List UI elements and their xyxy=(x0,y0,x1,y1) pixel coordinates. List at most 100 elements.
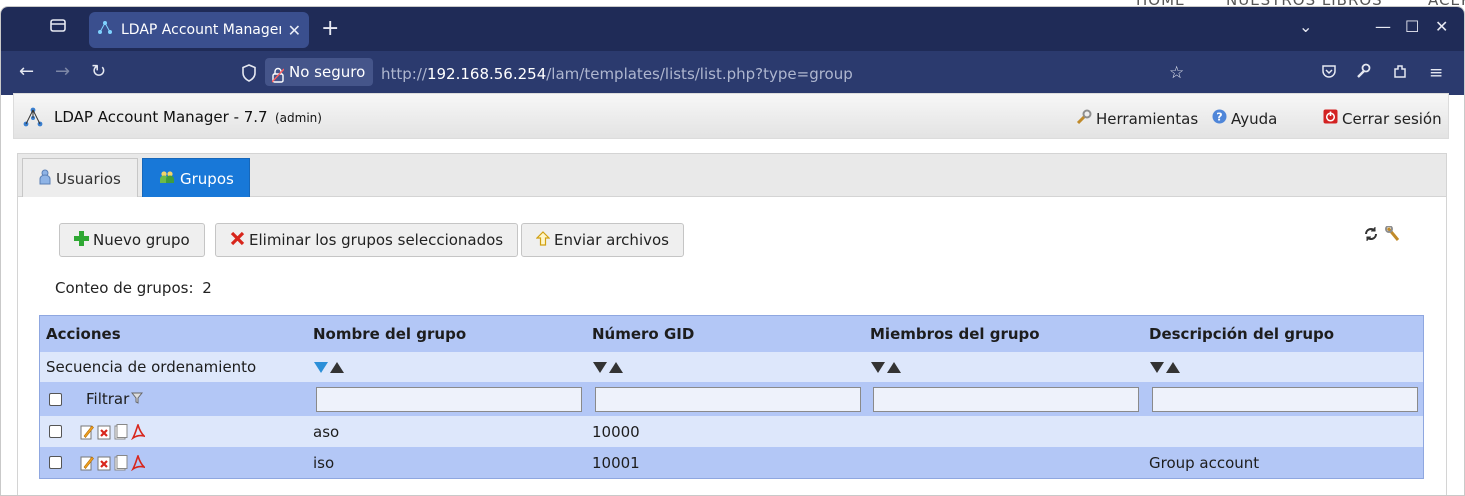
list-settings-wrench-icon[interactable] xyxy=(1385,225,1403,246)
pdf-icon[interactable] xyxy=(131,424,145,440)
insecure-lock-icon xyxy=(271,64,285,92)
cell-description: Group account xyxy=(1149,453,1260,472)
forward-icon[interactable]: → xyxy=(55,61,70,82)
address-bar[interactable]: http://192.168.56.254/lam/templates/list… xyxy=(381,65,853,83)
filter-group-name-input[interactable] xyxy=(316,387,582,412)
url-host: 192.168.56.254 xyxy=(426,65,547,83)
url-path: /lam/templates/lists/list.php?type=group xyxy=(546,65,853,83)
table-row: iso 10001 Group account xyxy=(40,447,1423,478)
sort-members xyxy=(870,352,902,382)
group-count: Conteo de grupos: 2 xyxy=(55,279,212,297)
upload-arrow-icon xyxy=(535,230,551,250)
header-actions: Acciones xyxy=(46,325,121,343)
sort-asc-icon[interactable] xyxy=(608,360,624,374)
header-gid[interactable]: Número GID xyxy=(592,316,694,352)
pdf-icon[interactable] xyxy=(131,455,145,471)
help-link[interactable]: ? Ayuda xyxy=(1212,109,1277,128)
row-checkbox[interactable] xyxy=(49,425,62,438)
filter-description-input[interactable] xyxy=(1152,387,1418,412)
delete-groups-label: Eliminar los grupos seleccionados xyxy=(249,231,504,249)
edit-icon[interactable] xyxy=(80,424,94,440)
upload-files-button[interactable]: Enviar archivos xyxy=(521,223,684,257)
bookmark-star-icon[interactable]: ☆ xyxy=(1169,63,1184,83)
browser-tab[interactable]: LDAP Account Manager ( ✕ xyxy=(89,12,309,48)
select-all-checkbox-cell xyxy=(49,382,62,416)
refresh-icon[interactable] xyxy=(1363,226,1379,246)
row-checkbox-cell xyxy=(49,416,62,447)
account-type-tabs: Usuarios Grupos xyxy=(17,153,1447,198)
logout-link[interactable]: Cerrar sesión xyxy=(1323,109,1442,128)
wrench-icon[interactable] xyxy=(1355,63,1371,84)
sort-desc-icon[interactable] xyxy=(592,360,608,374)
group-count-value: 2 xyxy=(202,279,212,297)
header-group-name[interactable]: Nombre del grupo xyxy=(313,316,466,352)
delete-icon[interactable] xyxy=(97,424,111,440)
shield-icon[interactable] xyxy=(241,64,257,86)
header-description[interactable]: Descripción del grupo xyxy=(1149,316,1334,352)
sort-group-name xyxy=(313,352,345,382)
filter-row: Filtrar xyxy=(40,382,1423,416)
sort-desc-icon[interactable] xyxy=(1149,360,1165,374)
select-all-checkbox[interactable] xyxy=(49,392,62,406)
tab-groups-label: Grupos xyxy=(180,169,234,188)
svg-text:?: ? xyxy=(1216,111,1222,124)
reload-icon[interactable]: ↻ xyxy=(91,61,106,82)
close-tab-icon[interactable]: ✕ xyxy=(288,21,301,40)
filter-members-input[interactable] xyxy=(873,387,1139,412)
sort-asc-icon[interactable] xyxy=(1165,360,1181,374)
row-checkbox[interactable] xyxy=(49,456,62,469)
filter-button[interactable]: Filtrar xyxy=(86,382,144,416)
logout-label: Cerrar sesión xyxy=(1342,109,1442,128)
plus-icon xyxy=(74,230,89,250)
logged-user: (admin) xyxy=(275,111,322,125)
cell-group-name: aso xyxy=(313,422,340,441)
sort-desc-icon[interactable] xyxy=(870,360,886,374)
minimize-icon[interactable]: — xyxy=(1375,17,1391,36)
group-count-label: Conteo de grupos: xyxy=(55,279,194,297)
filter-funnel-icon xyxy=(131,390,144,408)
tab-title: LDAP Account Manager ( xyxy=(121,22,281,38)
lam-favicon-icon xyxy=(97,20,113,40)
new-tab-icon[interactable]: + xyxy=(321,16,339,41)
copy-icon[interactable] xyxy=(114,455,128,471)
table-row: aso 10000 xyxy=(40,416,1423,447)
close-window-icon[interactable]: ✕ xyxy=(1435,17,1448,36)
header-members[interactable]: Miembros del grupo xyxy=(870,316,1040,352)
copy-icon[interactable] xyxy=(114,424,128,440)
tools-link[interactable]: Herramientas xyxy=(1076,109,1198,129)
new-group-button[interactable]: Nuevo grupo xyxy=(59,223,205,257)
list-tools xyxy=(1363,225,1403,246)
user-icon xyxy=(39,169,51,189)
browser-window: LDAP Account Manager ( ✕ + ⌄ — ☐ ✕ ← → ↻… xyxy=(0,6,1465,496)
row-actions xyxy=(80,424,145,440)
sort-asc-icon[interactable] xyxy=(886,360,902,374)
back-icon[interactable]: ← xyxy=(19,61,34,82)
cell-gid: 10000 xyxy=(592,422,640,441)
sort-desc-active-icon[interactable] xyxy=(313,360,329,374)
delete-groups-button[interactable]: Eliminar los grupos seleccionados xyxy=(215,223,519,257)
url-prefix: http:// xyxy=(381,65,427,83)
security-indicator[interactable]: No seguro xyxy=(265,58,374,86)
delete-icon[interactable] xyxy=(97,455,111,471)
tab-list-icon[interactable] xyxy=(49,17,77,41)
menu-icon[interactable]: ≡ xyxy=(1429,63,1443,83)
row-checkbox-cell xyxy=(49,447,62,478)
sort-gid xyxy=(592,352,624,382)
pocket-icon[interactable] xyxy=(1321,63,1337,84)
filter-gid-input[interactable] xyxy=(595,387,861,412)
lam-header: LDAP Account Manager - 7.7 (admin) Herra… xyxy=(13,93,1449,139)
maximize-icon[interactable]: ☐ xyxy=(1405,17,1419,36)
title-bar: LDAP Account Manager ( ✕ + ⌄ — ☐ ✕ xyxy=(1,7,1464,51)
security-label: No seguro xyxy=(289,63,366,81)
edit-icon[interactable] xyxy=(80,455,94,471)
tab-users-label: Usuarios xyxy=(56,169,121,188)
tools-label: Herramientas xyxy=(1096,110,1199,128)
tab-users[interactable]: Usuarios xyxy=(22,158,138,198)
sort-asc-icon[interactable] xyxy=(329,360,345,374)
group-icon xyxy=(159,169,175,189)
tab-overflow-chevron-icon[interactable]: ⌄ xyxy=(1299,17,1312,36)
extensions-icon[interactable] xyxy=(1392,63,1408,84)
filter-label: Filtrar xyxy=(86,390,130,408)
tab-groups[interactable]: Grupos xyxy=(142,158,250,198)
lam-logo-icon xyxy=(22,106,44,132)
